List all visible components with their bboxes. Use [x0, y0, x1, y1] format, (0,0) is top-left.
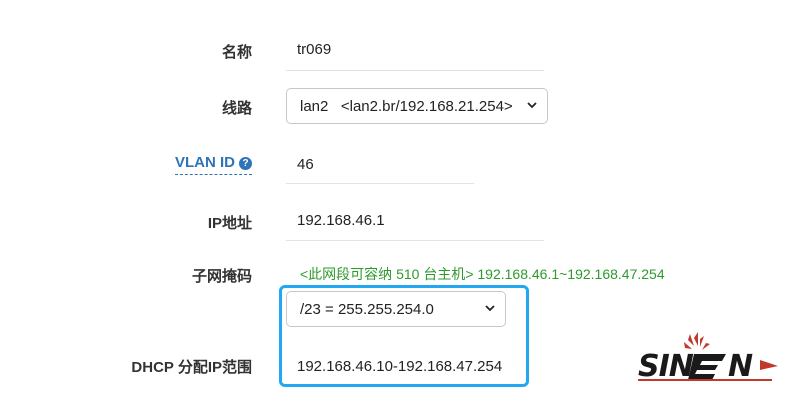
name-label: 名称 [221, 44, 252, 61]
subnet-hint: <此网段可容纳 510 台主机> 192.168.46.1~192.168.47… [300, 266, 665, 282]
help-icon[interactable]: ? [239, 157, 252, 170]
ip-label: IP地址 [207, 215, 252, 232]
name-underline [286, 70, 544, 71]
line-label: 线路 [221, 100, 252, 117]
vlan-label-text: VLAN ID [175, 154, 235, 171]
ip-underline [286, 240, 544, 241]
vlan-input[interactable]: 46 [297, 156, 314, 173]
svg-text:SIN: SIN [638, 349, 694, 384]
sinen-logo: SIN N [638, 332, 778, 384]
dhcp-label: DHCP 分配IP范围 [131, 359, 252, 376]
ip-input[interactable]: 192.168.46.1 [297, 212, 385, 229]
vlan-label: VLAN ID? [175, 154, 252, 175]
line-select-value: lan2 <lan2.br/192.168.21.254> [300, 97, 513, 115]
vlan-underline [286, 183, 474, 184]
highlight-box [279, 285, 529, 387]
name-input[interactable]: tr069 [297, 41, 331, 58]
line-select[interactable]: lan2 <lan2.br/192.168.21.254> [286, 88, 548, 124]
subnet-label: 子网掩码 [191, 268, 252, 285]
svg-text:N: N [728, 349, 753, 384]
chevron-down-icon [527, 102, 537, 109]
